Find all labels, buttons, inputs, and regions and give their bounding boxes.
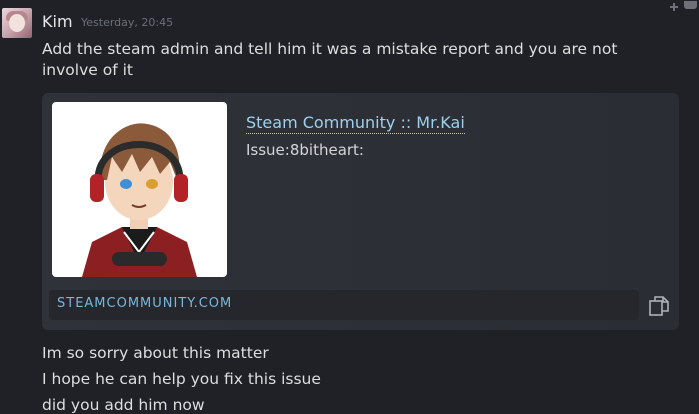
message-line: I hope he can help you fix this issue	[42, 370, 321, 388]
avatar[interactable]	[2, 8, 32, 38]
avatar-face	[9, 14, 25, 32]
embed-title-link[interactable]: Steam Community :: Mr.Kai	[246, 113, 465, 134]
chat-window: Kim Yesterday, 20:45 Add the steam admin…	[0, 0, 699, 414]
embed-footer[interactable]: STEAMCOMMUNITY.COM	[49, 290, 639, 320]
copy-icon[interactable]	[647, 294, 671, 318]
message-line: involve of it	[42, 61, 133, 79]
message-line: did you add him now	[42, 396, 205, 414]
embed-thumbnail[interactable]	[52, 102, 227, 277]
link-embed: Steam Community :: Mr.Kai Issue:8bithear…	[42, 93, 679, 330]
message-line: Add the steam admin and tell him it was …	[42, 40, 618, 58]
message-line: Im so sorry about this matter	[42, 344, 269, 362]
embed-description: Issue:8bitheart:	[246, 141, 364, 159]
sender-name[interactable]: Kim	[42, 12, 73, 31]
message-timestamp: Yesterday, 20:45	[81, 16, 174, 29]
embed-domain-link[interactable]: STEAMCOMMUNITY.COM	[57, 296, 232, 311]
add-reaction-icon[interactable]	[668, 0, 699, 14]
